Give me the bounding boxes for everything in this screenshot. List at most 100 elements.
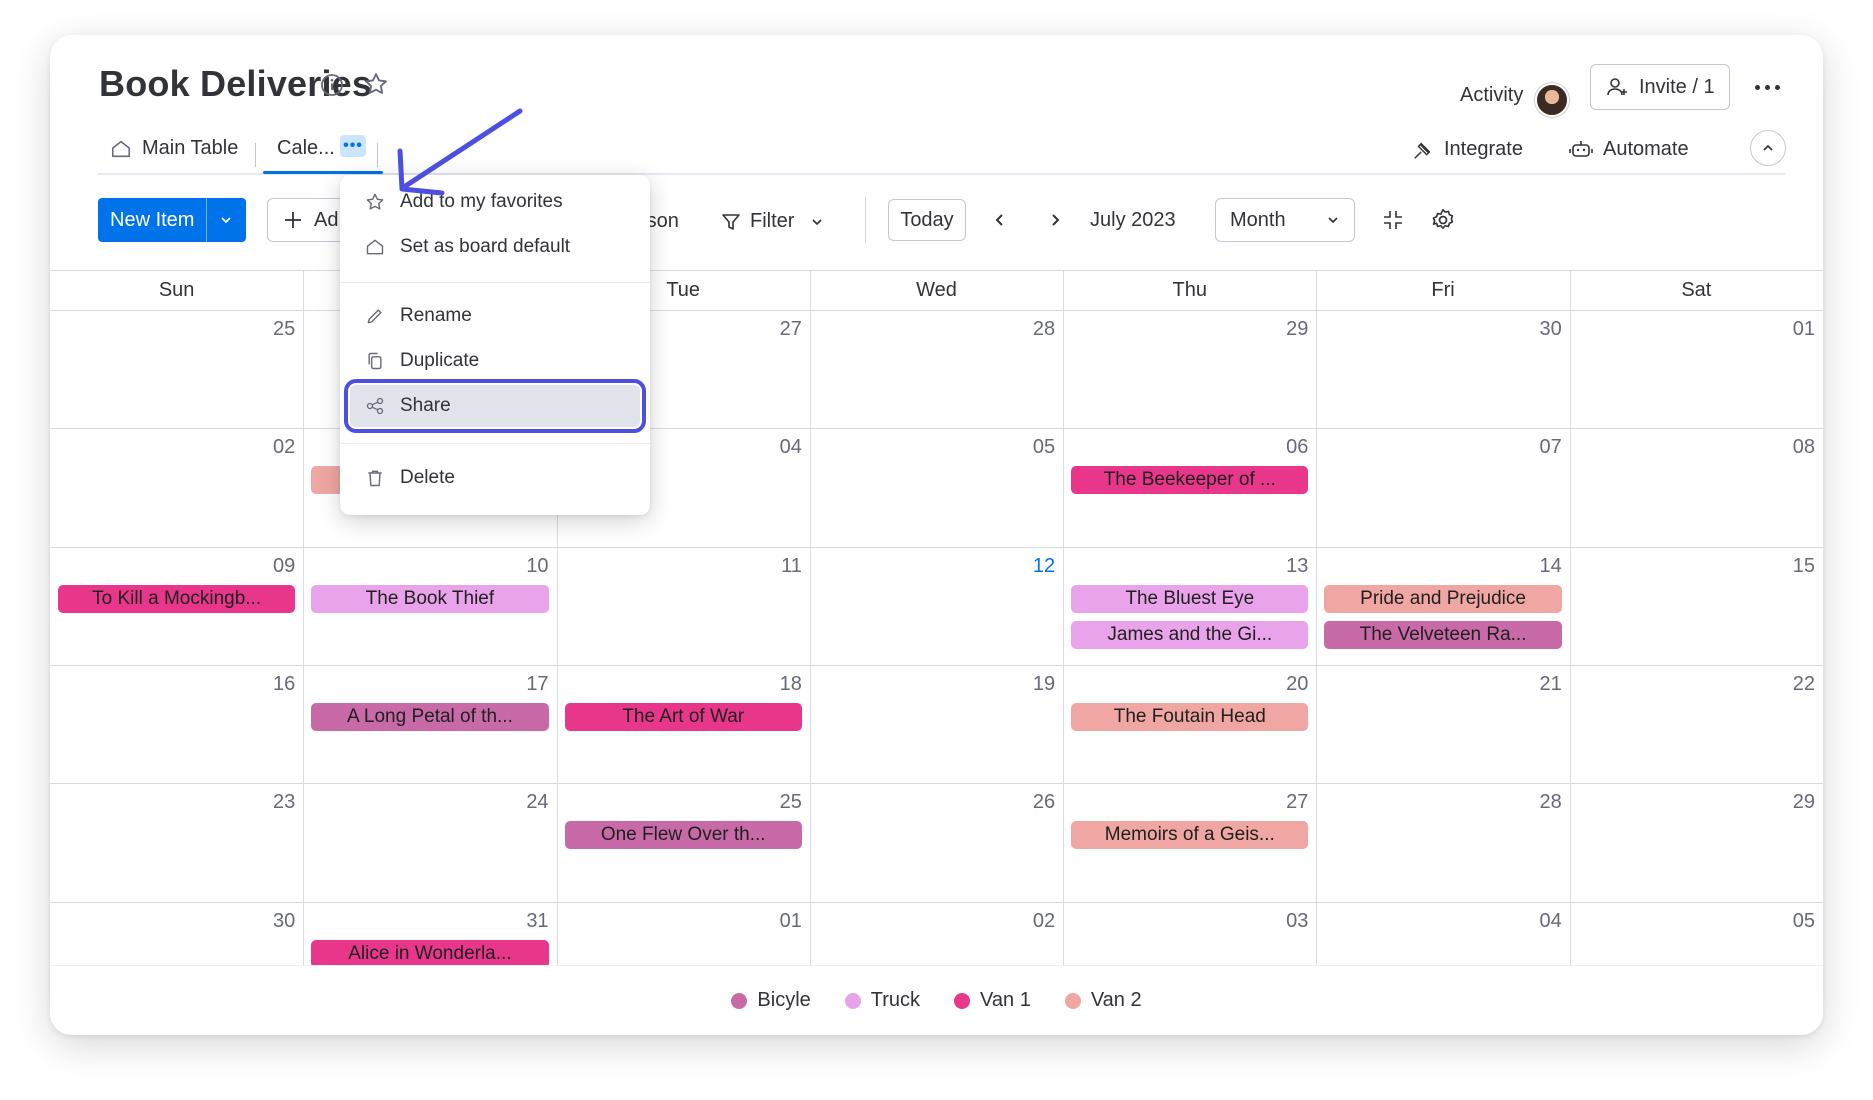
integrate-icon xyxy=(1414,142,1431,159)
day-number: 23 xyxy=(273,791,296,814)
view-select[interactable]: Month xyxy=(1215,198,1355,242)
legend-dot xyxy=(1064,992,1081,1009)
plus-icon xyxy=(285,212,301,228)
invite-button[interactable]: Invite / 1 xyxy=(1590,64,1730,110)
chevron-right-icon xyxy=(1052,214,1060,226)
day-number: 30 xyxy=(1539,318,1562,340)
menu-item-duplicate[interactable]: Duplicate xyxy=(350,340,640,382)
today-button[interactable]: Today xyxy=(888,199,966,241)
weekday-header: Fri xyxy=(1431,278,1455,301)
calendar-event[interactable]: Memoirs of a Geis... xyxy=(1071,821,1309,850)
day-number: 09 xyxy=(273,554,296,577)
day-number: 31 xyxy=(526,909,549,932)
calendar-event[interactable]: The Book Thief xyxy=(311,584,549,613)
day-number: 18 xyxy=(779,672,802,695)
tab-main-table[interactable]: Main Table xyxy=(110,137,238,160)
day-number: 21 xyxy=(1539,672,1562,695)
active-tab-indicator xyxy=(263,171,383,174)
menu-item-rename[interactable]: Rename xyxy=(350,295,640,337)
menu-divider xyxy=(340,443,650,444)
day-number: 17 xyxy=(526,672,549,695)
day-number: 25 xyxy=(273,318,296,340)
calendar-event[interactable]: James and the Gi... xyxy=(1071,620,1309,649)
calendar-event[interactable]: The Bluest Eye xyxy=(1071,584,1309,613)
day-number: 25 xyxy=(779,791,802,814)
pencil-icon xyxy=(364,305,386,327)
day-number: 20 xyxy=(1286,672,1309,695)
calendar-event[interactable]: Alice in Wonderla... xyxy=(311,939,549,968)
calendar-event[interactable]: The Velveteen Ra... xyxy=(1324,620,1562,649)
collapse-view-icon[interactable] xyxy=(1380,207,1406,233)
calendar-event[interactable]: Pride and Prejudice xyxy=(1324,584,1562,613)
home-icon xyxy=(111,140,131,157)
day-number: 04 xyxy=(779,436,802,459)
day-number: 16 xyxy=(273,672,296,695)
star-icon[interactable] xyxy=(362,70,390,98)
prev-month-button[interactable] xyxy=(990,210,1010,230)
menu-item-set-board-default[interactable]: Set as board default xyxy=(350,226,640,268)
menu-item-share[interactable]: Share xyxy=(344,379,646,433)
day-number: 30 xyxy=(273,909,296,932)
calendar-event[interactable]: The Beekeeper of ... xyxy=(1071,466,1309,495)
day-number: 22 xyxy=(1792,672,1815,695)
legend-item-truck: Truck xyxy=(844,989,920,1012)
day-number: 29 xyxy=(1286,318,1309,340)
day-number: 05 xyxy=(1792,909,1815,932)
day-number: 27 xyxy=(779,318,802,340)
day-number: 02 xyxy=(1032,909,1056,932)
new-item-button[interactable]: New Item xyxy=(98,198,246,242)
day-number: 29 xyxy=(1792,791,1815,814)
calendar-event[interactable]: The Art of War xyxy=(564,702,802,731)
menu-divider xyxy=(340,282,650,283)
weekday-header: Wed xyxy=(916,278,957,301)
day-number: 11 xyxy=(781,554,802,577)
tab-calendar[interactable]: Cale... xyxy=(277,137,335,160)
copy-icon xyxy=(364,350,386,372)
tab-options-icon[interactable]: ••• xyxy=(340,135,366,157)
day-number: 24 xyxy=(526,791,549,814)
automate-button[interactable]: Automate xyxy=(1569,138,1689,161)
calendar-event[interactable]: The Foutain Head xyxy=(1071,702,1309,731)
tab-options-menu: Add to my favorites Set as board default… xyxy=(340,175,650,515)
share-icon xyxy=(364,395,386,417)
chevron-up-icon xyxy=(1763,144,1773,151)
settings-gear-icon[interactable] xyxy=(1430,207,1456,233)
chevron-down-icon xyxy=(812,218,823,225)
filter-button[interactable]: Filter xyxy=(720,210,824,233)
tab-separator xyxy=(377,143,378,167)
day-number: 08 xyxy=(1792,436,1815,459)
new-item-dropdown[interactable] xyxy=(206,198,244,242)
board-window: Book Deliveries Activity Invite / 1 Main… xyxy=(50,35,1823,1035)
add-person-icon xyxy=(1607,78,1627,96)
weekday-header: Thu xyxy=(1172,278,1208,301)
day-number: 02 xyxy=(273,436,296,459)
trash-icon xyxy=(364,467,386,489)
day-number: 15 xyxy=(1792,554,1815,577)
day-number: 12 xyxy=(1032,554,1056,577)
day-number: 07 xyxy=(1539,436,1562,459)
info-icon[interactable] xyxy=(318,71,346,99)
legend-dot xyxy=(954,992,971,1009)
annotation-arrow-icon xyxy=(397,108,523,196)
activity-label[interactable]: Activity xyxy=(1460,84,1523,107)
more-options-icon[interactable] xyxy=(1750,77,1784,97)
day-number: 06 xyxy=(1286,436,1309,459)
chevron-down-icon xyxy=(1328,217,1338,224)
calendar-event[interactable]: A Long Petal of th... xyxy=(311,702,549,731)
day-number: 01 xyxy=(1792,318,1815,340)
day-number: 27 xyxy=(1286,791,1309,814)
integrate-button[interactable]: Integrate xyxy=(1412,138,1523,161)
day-number: 01 xyxy=(779,909,802,932)
day-number: 04 xyxy=(1539,909,1562,932)
collapse-header-button[interactable] xyxy=(1750,130,1786,166)
calendar-event[interactable]: To Kill a Mockingb... xyxy=(58,584,296,613)
day-number: 19 xyxy=(1032,672,1056,695)
next-month-button[interactable] xyxy=(1045,210,1065,230)
day-number: 05 xyxy=(1032,436,1056,459)
menu-item-delete[interactable]: Delete xyxy=(350,457,640,499)
avatar[interactable] xyxy=(1535,83,1569,117)
filter-icon xyxy=(722,213,740,230)
home-icon xyxy=(364,236,386,258)
star-icon xyxy=(364,191,386,213)
calendar-event[interactable]: One Flew Over th... xyxy=(564,821,802,850)
